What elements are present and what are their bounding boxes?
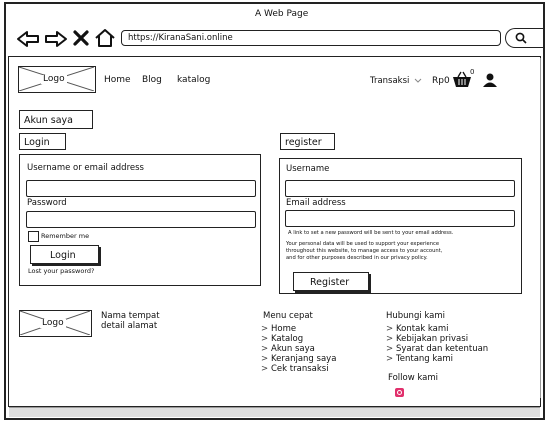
url-bar[interactable]: https://KiranaSani.online [121,30,501,46]
cart-total: Rp0 [432,76,450,86]
register-button-label: Register [310,277,350,288]
footer-follow-title: Follow kami [388,373,438,383]
register-heading: register [285,137,322,148]
footer-menu-item[interactable]: > Akun saya [261,344,336,354]
register-username-label: Username [286,164,330,174]
footer-contact-item[interactable]: > Kontak kami [386,324,488,334]
login-password-label: Password [27,198,67,208]
footer-menu-item[interactable]: > Cek transaksi [261,364,336,374]
privacy-note-line-1: Your personal data will be used to suppo… [286,241,440,247]
instagram-icon[interactable] [395,388,404,397]
register-heading-box: register [280,133,335,150]
footer-menu-title: Menu cepat [263,311,313,321]
footer-menu-item[interactable]: > Home [261,324,336,334]
nav-transaksi[interactable]: Transaksi [370,77,409,86]
footer-contact-item[interactable]: > Kebijakan privasi [386,334,488,344]
footer-contact-list: > Kontak kami > Kebijakan privasi > Syarat … [386,324,488,364]
header-logo-label: Logo [41,74,67,84]
back-icon[interactable] [16,30,40,48]
footer-contact-item[interactable]: > Tentang kami [386,354,488,364]
register-email-input[interactable] [285,210,515,227]
lost-password-link[interactable]: Lost your password? [28,268,94,275]
login-button[interactable]: Login [30,245,99,264]
remember-me-checkbox[interactable] [28,231,39,242]
forward-icon[interactable] [44,30,68,48]
header-logo[interactable]: Logo [18,66,96,93]
search-button[interactable] [505,28,543,48]
cart-icon[interactable] [452,70,472,88]
login-heading-box: Login [19,133,66,150]
privacy-note-line-3: and for other purposes described in our … [286,255,428,261]
nav-katalog[interactable]: katalog [177,76,210,85]
login-button-label: Login [50,250,76,261]
home-icon[interactable] [94,28,116,48]
url-text: https://KiranaSani.online [128,33,233,43]
footer-menu-item[interactable]: > Katalog [261,334,336,344]
account-title: Akun saya [24,115,73,126]
footer-place-name: Nama tempat [101,311,160,321]
footer-address: detail alamat [101,321,158,331]
footer-logo[interactable]: Logo [19,310,92,337]
login-password-input[interactable] [26,211,256,228]
footer-logo-label: Logo [40,318,66,328]
login-username-label: Username or email address [27,163,144,173]
status-bar [9,407,540,417]
window-title: A Web Page [255,9,309,19]
remember-me-label: Remember me [41,232,90,240]
nav-home[interactable]: Home [104,76,131,85]
nav-blog[interactable]: Blog [142,76,162,85]
footer-menu-list: > Home > Katalog > Akun saya > Keranjang say… [261,324,336,374]
register-password-note: A link to set a new password will be sen… [288,230,454,236]
scrollbar-track[interactable] [540,58,545,398]
register-username-input[interactable] [285,180,515,197]
account-title-box: Akun saya [19,110,93,129]
register-email-label: Email address [286,198,346,208]
privacy-note-line-2: throughout this website, to manage acces… [286,248,443,254]
search-icon [515,32,527,44]
close-icon[interactable] [73,30,89,46]
register-button[interactable]: Register [293,272,369,291]
footer-menu-item[interactable]: > Keranjang saya [261,354,336,364]
login-heading: Login [24,137,50,148]
login-username-input[interactable] [26,180,256,197]
user-icon[interactable] [482,72,498,88]
footer-contact-item[interactable]: > Syarat dan ketentuan [386,344,488,354]
footer-contact-title: Hubungi kami [386,311,446,321]
cart-count-badge: 0 [470,68,475,76]
chevron-down-icon[interactable] [414,78,422,84]
